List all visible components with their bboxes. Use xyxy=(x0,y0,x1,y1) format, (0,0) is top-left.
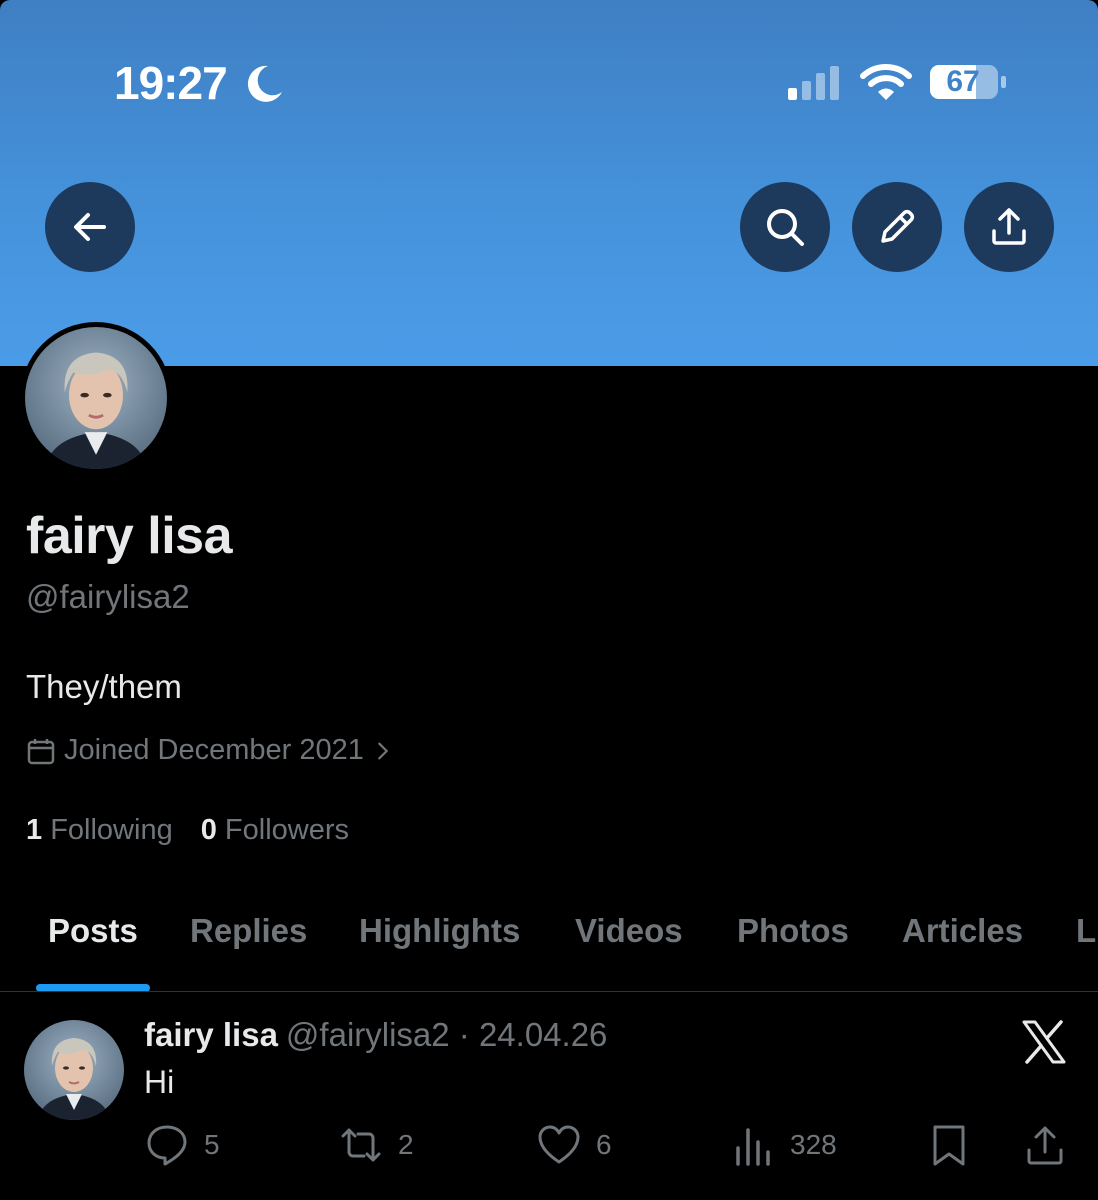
active-tab-indicator xyxy=(36,984,150,991)
follow-stats: 1 Following 0 Followers xyxy=(26,814,349,847)
profile-bio: They/them xyxy=(26,668,182,705)
joined-date[interactable]: Joined December 2021 xyxy=(26,734,394,767)
tab-replies[interactable]: Replies xyxy=(190,912,307,950)
repost-icon xyxy=(341,1128,381,1162)
joined-text: Joined December 2021 xyxy=(64,734,364,766)
tab-posts[interactable]: Posts xyxy=(48,912,138,950)
tab-highlights[interactable]: Highlights xyxy=(359,912,520,950)
tab-photos[interactable]: Photos xyxy=(737,912,849,950)
chevron-right-icon xyxy=(378,742,389,759)
followers-count: 0 xyxy=(200,814,217,846)
search-icon xyxy=(767,209,804,246)
repost-count: 2 xyxy=(398,1129,414,1160)
reply-icon xyxy=(147,1125,187,1166)
post-avatar[interactable] xyxy=(24,1020,124,1120)
share-button[interactable] xyxy=(964,182,1054,272)
following-link[interactable]: 1 Following xyxy=(26,814,173,847)
profile-display-name: fairy lisa xyxy=(26,507,233,565)
wifi-icon xyxy=(860,64,912,100)
following-label: Following xyxy=(50,814,173,846)
back-button[interactable] xyxy=(45,182,135,272)
tab-videos[interactable]: Videos xyxy=(575,912,683,950)
cellular-signal-icon xyxy=(788,66,839,100)
search-button[interactable] xyxy=(740,182,830,272)
upload-icon xyxy=(992,208,1026,245)
post-text: Hi xyxy=(144,1064,175,1100)
tab-articles[interactable]: Articles xyxy=(902,912,1023,950)
calendar-icon xyxy=(27,738,55,764)
status-time: 19:27 xyxy=(114,57,228,109)
arrow-left-icon xyxy=(74,213,106,241)
profile-tabs: Posts Replies Highlights Videos Photos A… xyxy=(0,900,1098,992)
view-count: 328 xyxy=(790,1129,837,1160)
edit-button[interactable] xyxy=(852,182,942,272)
reply-button[interactable]: 5 xyxy=(144,1122,220,1168)
views-icon xyxy=(736,1128,770,1166)
bookmark-icon xyxy=(933,1125,965,1166)
views-button[interactable]: 328 xyxy=(730,1122,837,1168)
x-logo-icon[interactable] xyxy=(1020,1018,1068,1066)
bookmark-button[interactable] xyxy=(926,1122,972,1168)
post-meta: @fairylisa2 · 24.04.26 xyxy=(285,1016,608,1053)
battery-level: 67 xyxy=(946,65,980,98)
tab-likes[interactable]: Li xyxy=(1076,912,1098,950)
like-button[interactable]: 6 xyxy=(536,1122,612,1168)
profile-banner[interactable] xyxy=(0,0,1098,366)
pencil-icon xyxy=(881,209,915,243)
moon-icon xyxy=(247,65,282,102)
avatar-image xyxy=(24,1020,124,1120)
post-author-name[interactable]: fairy lisa xyxy=(144,1016,278,1053)
profile-handle: @fairylisa2 xyxy=(26,578,190,615)
avatar-image xyxy=(25,327,167,469)
reply-count: 5 xyxy=(204,1129,220,1160)
followers-label: Followers xyxy=(224,814,349,846)
profile-avatar[interactable] xyxy=(20,322,172,474)
repost-button[interactable]: 2 xyxy=(338,1122,414,1168)
post-header: fairy lisa @fairylisa2 · 24.04.26 xyxy=(144,1016,607,1054)
post-share-button[interactable] xyxy=(1022,1122,1068,1168)
upload-icon xyxy=(1027,1126,1063,1165)
heart-icon xyxy=(538,1125,580,1164)
like-count: 6 xyxy=(596,1129,612,1160)
followers-link[interactable]: 0 Followers xyxy=(201,814,349,847)
following-count: 1 xyxy=(26,814,43,846)
